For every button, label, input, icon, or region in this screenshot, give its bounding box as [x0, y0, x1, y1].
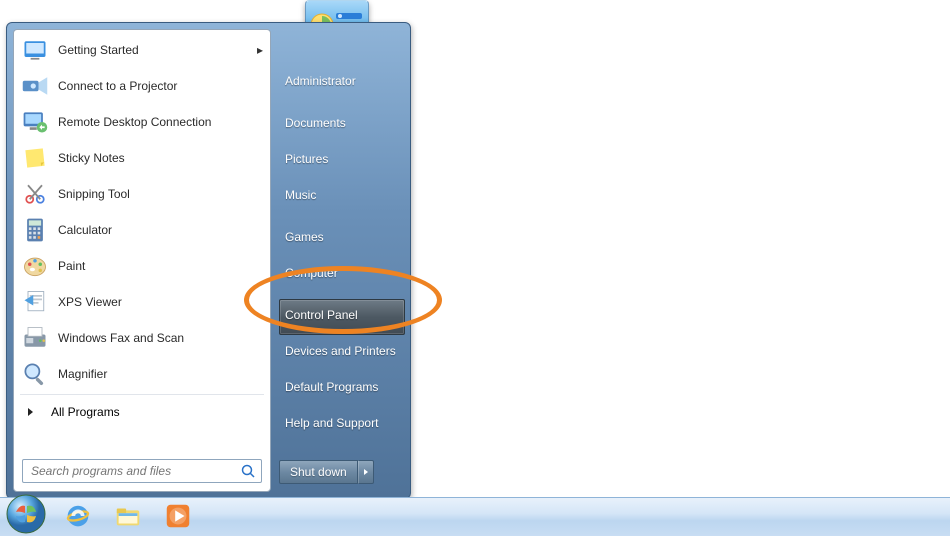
right-item-computer[interactable]: Computer [279, 257, 405, 293]
program-label: XPS Viewer [58, 295, 264, 309]
search-container [22, 459, 262, 483]
projector-icon [20, 71, 50, 101]
right-item-administrator[interactable]: Administrator [279, 65, 405, 101]
search-icon [240, 463, 256, 479]
xps-viewer-icon [20, 287, 50, 317]
media-player-icon [163, 501, 193, 534]
start-button[interactable] [4, 492, 48, 536]
right-item-help-support[interactable]: Help and Support [279, 407, 405, 443]
shutdown-options-button[interactable] [358, 460, 374, 484]
program-remote-desktop[interactable]: Remote Desktop Connection [14, 104, 270, 140]
program-label: Calculator [58, 223, 264, 237]
start-menu-right-pane: Administrator Documents Pictures Music G… [279, 29, 405, 492]
right-item-devices-printers[interactable]: Devices and Printers [279, 335, 405, 371]
taskbar-pin-explorer[interactable] [104, 500, 152, 534]
right-item-documents[interactable]: Documents [279, 107, 405, 143]
chevron-right-icon [364, 469, 368, 475]
divider [20, 394, 264, 395]
submenu-arrow-icon: ▸ [256, 43, 264, 57]
program-label: Snipping Tool [58, 187, 264, 201]
program-label: Windows Fax and Scan [58, 331, 264, 345]
program-label: Remote Desktop Connection [58, 115, 264, 129]
search-input[interactable] [22, 459, 262, 483]
program-getting-started[interactable]: Getting Started ▸ [14, 32, 270, 68]
internet-explorer-icon [63, 501, 93, 534]
shutdown-group: Shut down [279, 460, 374, 484]
program-sticky-notes[interactable]: Sticky Notes [14, 140, 270, 176]
right-item-games[interactable]: Games [279, 221, 405, 257]
shutdown-button[interactable]: Shut down [279, 460, 358, 484]
taskbar [0, 497, 950, 536]
windows-explorer-icon [113, 501, 143, 534]
getting-started-icon [20, 35, 50, 65]
sticky-notes-icon [20, 143, 50, 173]
program-magnifier[interactable]: Magnifier [14, 356, 270, 392]
snipping-tool-icon [20, 179, 50, 209]
program-list: Getting Started ▸ Connect to a Projector… [14, 30, 270, 427]
program-label: Sticky Notes [58, 151, 264, 165]
all-programs[interactable]: All Programs [14, 397, 270, 427]
calculator-icon [20, 215, 50, 245]
taskbar-pin-media-player[interactable] [154, 500, 202, 534]
program-xps-viewer[interactable]: XPS Viewer [14, 284, 270, 320]
all-programs-arrow-icon [28, 408, 33, 416]
start-menu: Getting Started ▸ Connect to a Projector… [6, 22, 411, 499]
right-item-default-programs[interactable]: Default Programs [279, 371, 405, 407]
right-item-pictures[interactable]: Pictures [279, 143, 405, 179]
fax-scan-icon [20, 323, 50, 353]
all-programs-label: All Programs [51, 405, 120, 419]
program-paint[interactable]: Paint [14, 248, 270, 284]
program-connect-projector[interactable]: Connect to a Projector [14, 68, 270, 104]
program-label: Getting Started [58, 43, 256, 57]
program-label: Paint [58, 259, 264, 273]
program-fax-scan[interactable]: Windows Fax and Scan [14, 320, 270, 356]
right-item-control-panel[interactable]: Control Panel [279, 299, 405, 335]
program-label: Magnifier [58, 367, 264, 381]
program-calculator[interactable]: Calculator [14, 212, 270, 248]
desktop: Getting Started ▸ Connect to a Projector… [0, 0, 950, 536]
magnifier-icon [20, 359, 50, 389]
remote-desktop-icon [20, 107, 50, 137]
paint-icon [20, 251, 50, 281]
program-label: Connect to a Projector [58, 79, 264, 93]
right-item-music[interactable]: Music [279, 179, 405, 215]
start-menu-left-pane: Getting Started ▸ Connect to a Projector… [13, 29, 271, 492]
program-snipping-tool[interactable]: Snipping Tool [14, 176, 270, 212]
taskbar-pin-ie[interactable] [54, 500, 102, 534]
